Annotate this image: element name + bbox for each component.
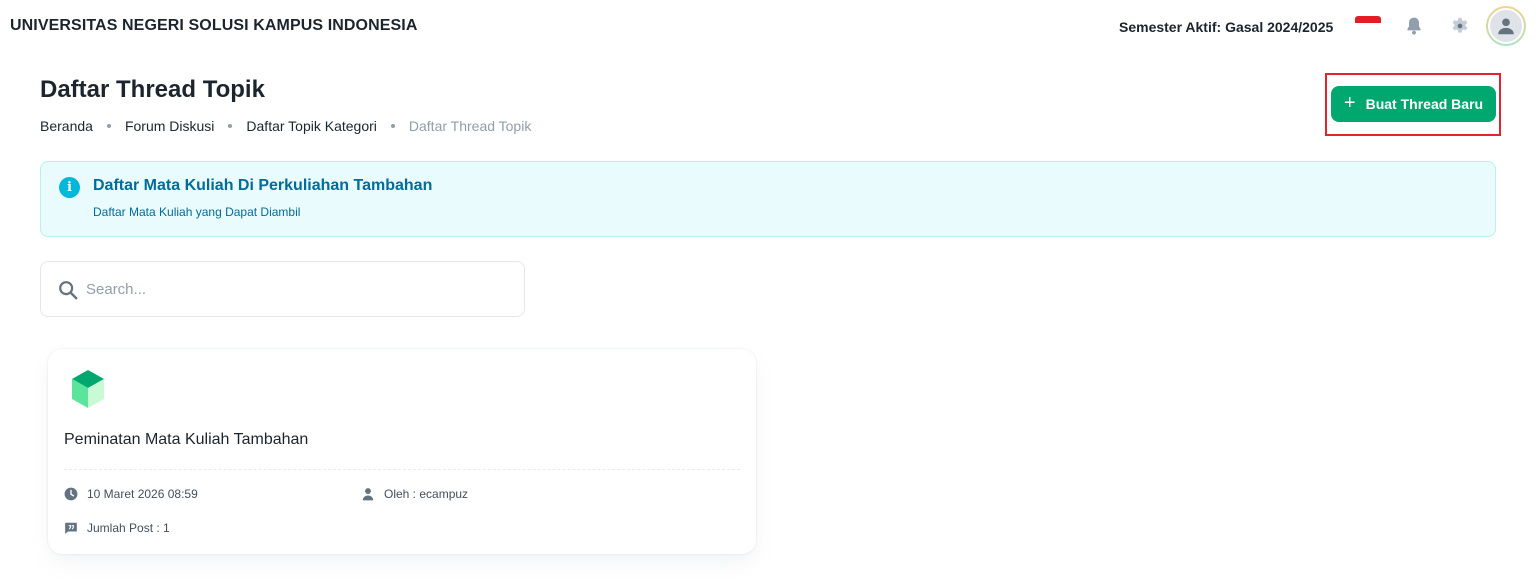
info-alert: i Daftar Mata Kuliah Di Perkuliahan Tamb… — [40, 161, 1496, 237]
flag-id-icon[interactable] — [1355, 16, 1381, 30]
thread-date: 10 Maret 2026 08:59 — [64, 487, 198, 501]
user-avatar-icon[interactable] — [1486, 6, 1526, 46]
thread-post-count-text: Jumlah Post : 1 — [87, 521, 170, 535]
page-title: Daftar Thread Topik — [40, 76, 265, 103]
breadcrumb-separator — [228, 124, 233, 128]
comment-quote-icon — [65, 522, 77, 534]
user-icon — [362, 488, 374, 501]
thread-author-text: Oleh : ecampuz — [384, 487, 469, 501]
create-thread-label: Buat Thread Baru — [1365, 96, 1484, 112]
breadcrumb-separator — [106, 124, 111, 128]
search-input[interactable] — [86, 274, 506, 304]
breadcrumb-item-current: Daftar Thread Topik — [408, 118, 532, 134]
breadcrumb-item-forum-diskusi[interactable]: Forum Diskusi — [125, 118, 214, 134]
breadcrumb-separator — [390, 124, 395, 128]
alert-subtitle: Daftar Mata Kuliah yang Dapat Diambil — [93, 205, 301, 219]
top-bar: UNIVERSITAS NEGERI SOLUSI KAMPUS INDONES… — [0, 0, 1536, 54]
breadcrumb: Beranda Forum Diskusi Daftar Topik Kateg… — [40, 118, 531, 134]
university-name: UNIVERSITAS NEGERI SOLUSI KAMPUS INDONES… — [10, 17, 418, 34]
breadcrumb-item-daftar-topik-kategori[interactable]: Daftar Topik Kategori — [246, 118, 376, 134]
create-thread-button[interactable]: + Buat Thread Baru — [1331, 86, 1496, 122]
cube-icon — [72, 370, 104, 408]
breadcrumb-item-beranda[interactable]: Beranda — [40, 118, 93, 134]
thread-title[interactable]: Peminatan Mata Kuliah Tambahan — [64, 431, 308, 449]
plus-icon: + — [1343, 92, 1356, 114]
gear-icon[interactable] — [1447, 13, 1473, 39]
alert-title: Daftar Mata Kuliah Di Perkuliahan Tambah… — [93, 177, 433, 194]
bell-icon[interactable] — [1401, 13, 1427, 39]
active-semester: Semester Aktif: Gasal 2024/2025 — [1119, 19, 1334, 35]
search-icon — [59, 281, 78, 300]
clock-icon — [64, 487, 78, 501]
thread-post-count: Jumlah Post : 1 — [64, 521, 170, 535]
info-icon: i — [59, 177, 80, 198]
thread-date-text: 10 Maret 2026 08:59 — [87, 487, 198, 501]
card-divider — [64, 469, 740, 470]
search-box — [40, 261, 525, 317]
thread-card[interactable]: Peminatan Mata Kuliah Tambahan 10 Maret … — [48, 349, 756, 554]
thread-author: Oleh : ecampuz — [361, 487, 468, 501]
